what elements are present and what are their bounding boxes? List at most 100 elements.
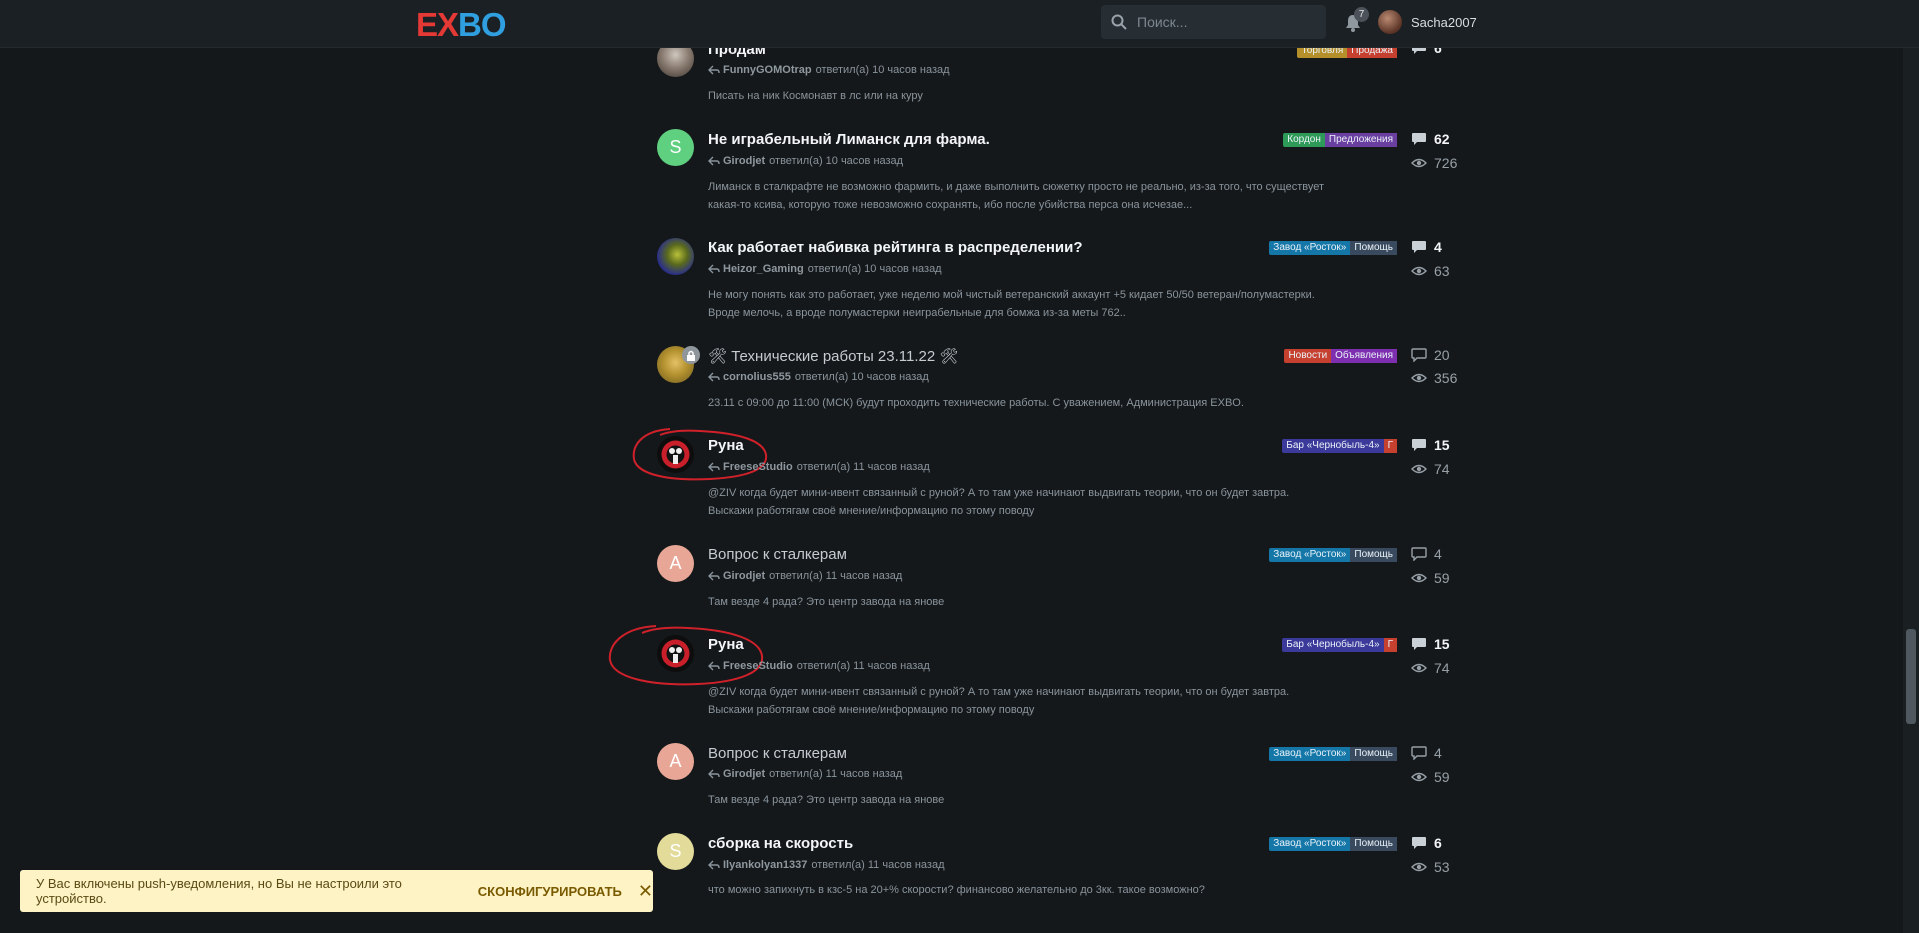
eye-icon — [1411, 266, 1427, 276]
tag-extra[interactable]: Г — [1383, 439, 1397, 453]
tag-rostok[interactable]: Завод «Росток» — [1269, 241, 1351, 255]
comment-icon — [1411, 348, 1427, 362]
search-box[interactable] — [1101, 5, 1326, 39]
reply-time: ответил(а) 10 часов назад — [807, 263, 942, 275]
topic-meta: Ilyankolyan1337 ответил(а) 11 часов наза… — [708, 859, 945, 871]
lock-icon — [682, 346, 700, 364]
topic-tags: Кордон Предложения — [1283, 133, 1397, 147]
close-icon[interactable]: ✕ — [638, 881, 653, 902]
tag-kordon[interactable]: Кордон — [1283, 133, 1325, 147]
view-count: 53 — [1411, 859, 1450, 875]
topic-meta: Heizor_Gaming ответил(а) 10 часов назад — [708, 263, 942, 275]
notice-message: У Вас включены push-уведомления, но Вы н… — [36, 876, 402, 906]
topic-excerpt: Там везде 4 рада? Это центр завода на ян… — [708, 794, 945, 806]
tag-help[interactable]: Помощь — [1350, 241, 1397, 255]
reply-time: ответил(а) 11 часов назад — [796, 461, 930, 473]
author-link[interactable]: FunnyGOMOtrap — [723, 64, 812, 76]
tag-help[interactable]: Помощь — [1350, 837, 1397, 851]
topic-title[interactable]: сборка на скорость — [708, 835, 853, 852]
scrollbar-thumb[interactable] — [1906, 629, 1916, 724]
author-avatar[interactable]: S — [657, 833, 694, 870]
reply-time: ответил(а) 11 часов назад — [769, 768, 903, 780]
topic-title[interactable]: Вопрос к сталкерам — [708, 745, 847, 762]
tag-bar[interactable]: Бар «Чернобыль-4» — [1282, 439, 1384, 453]
author-avatar[interactable] — [657, 238, 694, 275]
logo-part-ex: EX — [416, 6, 459, 43]
author-avatar[interactable]: A — [657, 545, 694, 582]
topic-excerpt: что можно запихнуть в кзс-5 на 20+% скор… — [708, 884, 1205, 896]
topic-title[interactable]: Вопрос к сталкерам — [708, 546, 847, 563]
view-count: 726 — [1411, 155, 1457, 171]
comment-icon — [1411, 547, 1427, 561]
topic-meta: Girodjet ответил(а) 11 часов назад — [708, 768, 902, 780]
topic-title[interactable]: 🛠 Технические работы 23.11.22 🛠 — [708, 347, 958, 365]
comment-icon — [1412, 241, 1426, 253]
eye-icon — [1411, 464, 1427, 474]
reply-count: 15 — [1411, 636, 1450, 652]
search-input[interactable] — [1135, 13, 1319, 31]
reply-time: ответил(а) 11 часов назад — [796, 660, 930, 672]
tag-rostok[interactable]: Завод «Росток» — [1269, 747, 1351, 761]
reply-count: 6 — [1411, 835, 1442, 851]
tag-bar[interactable]: Бар «Чернобыль-4» — [1282, 638, 1384, 652]
topic-excerpt: 23.11 с 09:00 до 11:00 (МСК) будут прохо… — [708, 397, 1244, 409]
topic-title[interactable]: Не играбельный Лиманск для фарма. — [708, 131, 990, 148]
reply-time: ответил(а) 10 часов назад — [794, 371, 929, 383]
topic-meta: Girodjet ответил(а) 10 часов назад — [708, 155, 903, 167]
comment-icon — [1411, 746, 1427, 760]
eye-icon — [1411, 573, 1427, 583]
reply-count: 4 — [1411, 239, 1442, 255]
reply-count: 20 — [1411, 347, 1450, 363]
author-link[interactable]: FreeseStudio — [723, 660, 793, 672]
page-scrollbar[interactable] — [1903, 47, 1919, 933]
eye-icon — [1411, 862, 1427, 872]
tag-news[interactable]: Новости — [1284, 349, 1332, 363]
author-avatar[interactable]: A — [657, 743, 694, 780]
tag-extra[interactable]: Г — [1383, 638, 1397, 652]
view-count: 59 — [1411, 570, 1450, 586]
notification-count-badge: 7 — [1354, 7, 1369, 22]
tag-help[interactable]: Помощь — [1350, 548, 1397, 562]
configure-button[interactable]: СКОНФИГУРИРОВАТЬ — [478, 884, 622, 899]
reply-count: 4 — [1411, 546, 1442, 562]
tag-rostok[interactable]: Завод «Росток» — [1269, 548, 1351, 562]
comment-icon — [1412, 837, 1426, 849]
topic-excerpt: Не могу понять как это работает, уже нед… — [708, 289, 1315, 319]
topic-title[interactable]: Руна — [708, 437, 744, 454]
top-header: EX BO 7 Sacha2007 — [0, 0, 1919, 48]
site-logo[interactable]: EX BO — [416, 6, 507, 43]
author-link[interactable]: Heizor_Gaming — [723, 263, 804, 275]
eye-icon — [1411, 373, 1427, 383]
author-link[interactable]: cornolius555 — [723, 371, 791, 383]
tag-announcements[interactable]: Объявления — [1331, 349, 1397, 363]
topic-meta: cornolius555 ответил(а) 10 часов назад — [708, 371, 929, 383]
topic-meta: FreeseStudio ответил(а) 11 часов назад — [708, 461, 930, 473]
topic-tags: Новости Объявления — [1284, 349, 1397, 363]
topic-meta: FunnyGOMOtrap ответил(а) 10 часов назад — [708, 64, 950, 76]
user-menu[interactable]: Sacha2007 — [1378, 10, 1477, 34]
topic-title[interactable]: Как работает набивка рейтинга в распреде… — [708, 239, 1083, 256]
reply-icon — [708, 156, 720, 166]
topic-tags: Завод «Росток» Помощь — [1269, 837, 1397, 851]
eye-icon — [1411, 158, 1427, 168]
author-avatar[interactable]: S — [657, 129, 694, 166]
topic-tags: Завод «Росток» Помощь — [1269, 241, 1397, 255]
author-link[interactable]: Girodjet — [723, 768, 765, 780]
reply-time: ответил(а) 11 часов назад — [769, 570, 903, 582]
view-count: 63 — [1411, 263, 1450, 279]
author-link[interactable]: Ilyankolyan1337 — [723, 859, 807, 871]
reply-count: 15 — [1411, 437, 1450, 453]
reply-time: ответил(а) 11 часов назад — [811, 859, 945, 871]
author-link[interactable]: Girodjet — [723, 570, 765, 582]
topic-tags: Завод «Росток» Помощь — [1269, 548, 1397, 562]
reply-icon — [708, 769, 720, 779]
tag-rostok[interactable]: Завод «Росток» — [1269, 837, 1351, 851]
tag-help[interactable]: Помощь — [1350, 747, 1397, 761]
author-link[interactable]: FreeseStudio — [723, 461, 793, 473]
topic-excerpt: @ZIV когда будет мини-ивент связанный с … — [708, 487, 1290, 517]
topic-tags: Бар «Чернобыль-4» Г — [1282, 439, 1397, 453]
author-link[interactable]: Girodjet — [723, 155, 765, 167]
topic-title[interactable]: Руна — [708, 636, 744, 653]
tag-proposals[interactable]: Предложения — [1324, 133, 1397, 147]
reply-icon — [708, 860, 720, 870]
